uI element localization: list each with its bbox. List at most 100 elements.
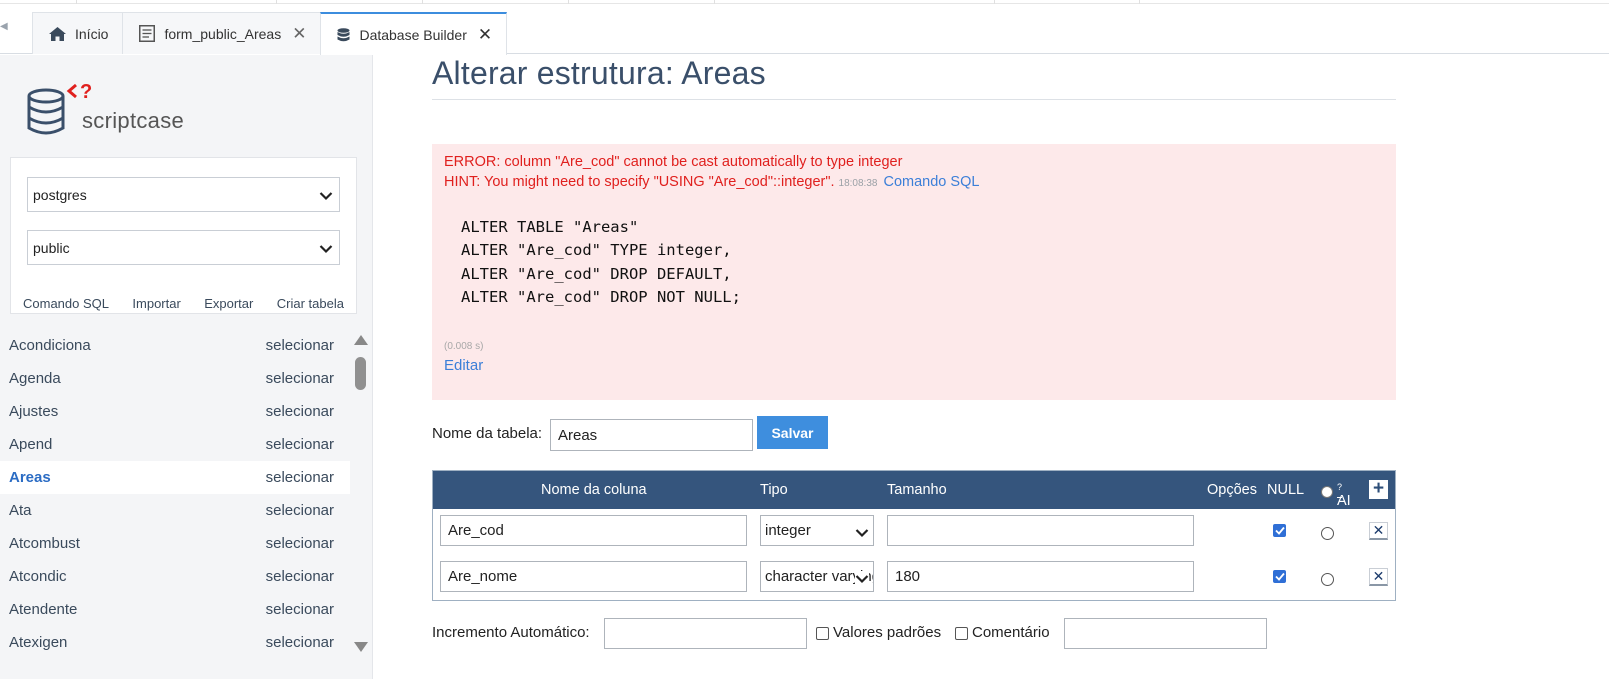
logo-text: scriptcase xyxy=(82,108,185,133)
ai-header: AI? xyxy=(1337,482,1351,509)
column-size-input[interactable]: 180 xyxy=(887,561,1194,592)
table-item-ajustes[interactable]: Ajustes selecionar xyxy=(0,395,350,428)
tab-database-builder[interactable]: Database Builder ✕ xyxy=(320,12,508,55)
column-row: Are_nome character varying 180 ✕ xyxy=(433,556,1395,602)
main-content: Alterar estrutura: Areas ERROR: column "… xyxy=(432,55,1396,679)
select-link[interactable]: selecionar xyxy=(266,337,334,354)
ai-row-radio[interactable] xyxy=(1321,573,1334,586)
table-name: Ata xyxy=(9,502,32,519)
column-type-select[interactable]: integer xyxy=(760,515,874,546)
ai-label-text: AI xyxy=(1337,493,1351,509)
error-panel: ERROR: column "Are_cod" cannot be cast a… xyxy=(432,144,1396,400)
table-item-agenda[interactable]: Agenda selecionar xyxy=(0,362,350,395)
tab-form-public-areas[interactable]: form_public_Areas ✕ xyxy=(122,12,321,54)
table-name: Ajustes xyxy=(9,403,59,420)
select-link[interactable]: selecionar xyxy=(266,469,334,486)
select-link[interactable]: selecionar xyxy=(266,601,334,618)
scrollbar-thumb[interactable] xyxy=(355,357,366,390)
select-link[interactable]: selecionar xyxy=(266,502,334,519)
comment-checkbox[interactable] xyxy=(955,627,968,640)
column-name-header: Nome da coluna xyxy=(541,482,647,498)
hint-text: HINT: You might need to specify "USING "… xyxy=(444,174,835,190)
table-name: Atcombust xyxy=(9,535,80,552)
elapsed-time: (0.008 s) xyxy=(444,341,484,352)
table-name: Atexigen xyxy=(9,634,68,651)
save-button[interactable]: Salvar xyxy=(757,416,828,449)
sql-command-link[interactable]: Comando SQL xyxy=(884,174,980,190)
column-options-header: Opções xyxy=(1207,482,1257,498)
tab-inicio[interactable]: Início xyxy=(32,12,123,54)
auto-increment-label: Incremento Automático: xyxy=(432,624,590,641)
import-link[interactable]: Importar xyxy=(132,296,180,311)
table-list: Acondiciona selecionar Agenda selecionar A… xyxy=(0,329,350,669)
table-list-scrollbar[interactable] xyxy=(352,333,369,663)
default-values-label: Valores padrões xyxy=(833,624,942,641)
add-column-button[interactable]: + xyxy=(1369,479,1388,499)
scroll-up-icon[interactable] xyxy=(354,335,368,345)
table-item-atcondic[interactable]: Atcondic selecionar xyxy=(0,560,350,593)
column-type-value: integer xyxy=(765,522,811,539)
edit-link[interactable]: Editar xyxy=(444,357,483,374)
table-name-input[interactable] xyxy=(550,419,753,451)
table-item-acondiciona[interactable]: Acondiciona selecionar xyxy=(0,329,350,362)
export-link[interactable]: Exportar xyxy=(204,296,253,311)
table-item-atexigen[interactable]: Atexigen selecionar xyxy=(0,626,350,659)
error-message: ERROR: column "Are_cod" cannot be cast a… xyxy=(444,154,903,170)
schema-select[interactable]: public xyxy=(27,230,340,265)
tab-scroll-left-icon[interactable]: ◀ xyxy=(0,21,8,37)
tab-label: Início xyxy=(75,25,109,42)
select-link[interactable]: selecionar xyxy=(266,568,334,585)
database-select-value: postgres xyxy=(33,186,87,203)
null-checkbox[interactable] xyxy=(1273,570,1286,583)
error-time: 18:08:38 xyxy=(838,178,878,189)
chevron-down-icon xyxy=(855,571,869,588)
delete-column-button[interactable]: ✕ xyxy=(1369,568,1388,586)
tab-bar: ◀ Início form_public_Areas ✕ Database Bu… xyxy=(0,4,1609,55)
table-item-atendente[interactable]: Atendente selecionar xyxy=(0,593,350,626)
table-name: Atendente xyxy=(9,601,78,618)
select-link[interactable]: selecionar xyxy=(266,403,334,420)
columns-table: Nome da coluna Tipo Tamanho Opções NULL … xyxy=(432,470,1396,601)
ai-radio[interactable] xyxy=(1321,486,1333,498)
table-item-areas[interactable]: Areas selecionar xyxy=(0,461,350,494)
tab-label: form_public_Areas xyxy=(164,25,282,42)
page-title: Alterar estrutura: Areas xyxy=(432,55,766,91)
column-type-select[interactable]: character varying xyxy=(760,561,874,592)
column-size-input[interactable] xyxy=(887,515,1194,546)
select-link[interactable]: selecionar xyxy=(266,535,334,552)
close-icon[interactable]: ✕ xyxy=(478,26,492,43)
form-icon xyxy=(139,25,156,42)
column-name-input[interactable]: Are_cod xyxy=(440,515,747,546)
chevron-down-icon xyxy=(319,241,333,257)
delete-column-button[interactable]: ✕ xyxy=(1369,522,1388,540)
error-hint: HINT: You might need to specify "USING "… xyxy=(444,174,979,190)
sql-command-link[interactable]: Comando SQL xyxy=(23,296,109,311)
ai-help[interactable]: ? xyxy=(1337,482,1342,492)
table-item-ata[interactable]: Ata selecionar xyxy=(0,494,350,527)
table-item-atcombust[interactable]: Atcombust selecionar xyxy=(0,527,350,560)
columns-header: Nome da coluna Tipo Tamanho Opções NULL … xyxy=(433,471,1395,509)
database-icon xyxy=(337,27,350,42)
column-null-header: NULL xyxy=(1267,482,1305,498)
column-size-header: Tamanho xyxy=(887,482,947,498)
null-checkbox[interactable] xyxy=(1273,524,1286,537)
close-icon[interactable]: ✕ xyxy=(292,25,306,42)
ai-row-radio[interactable] xyxy=(1321,527,1334,540)
select-link[interactable]: selecionar xyxy=(266,634,334,651)
table-item-apend[interactable]: Apend selecionar xyxy=(0,428,350,461)
default-values-checkbox[interactable] xyxy=(816,627,829,640)
sidebar: ? scriptcase postgres public Comando SQL… xyxy=(0,55,373,679)
home-icon xyxy=(49,26,66,41)
chevron-down-icon xyxy=(319,188,333,204)
tabs: Início form_public_Areas ✕ Database Buil… xyxy=(32,12,508,55)
select-link[interactable]: selecionar xyxy=(266,436,334,453)
scroll-down-icon[interactable] xyxy=(354,642,368,652)
table-name: Areas xyxy=(9,469,51,486)
database-select[interactable]: postgres xyxy=(27,177,340,212)
table-name-label: Nome da tabela: xyxy=(432,425,543,442)
auto-increment-input[interactable] xyxy=(604,618,807,649)
comment-input[interactable] xyxy=(1064,618,1267,649)
column-name-input[interactable]: Are_nome xyxy=(440,561,747,592)
create-table-link[interactable]: Criar tabela xyxy=(277,296,344,311)
select-link[interactable]: selecionar xyxy=(266,370,334,387)
